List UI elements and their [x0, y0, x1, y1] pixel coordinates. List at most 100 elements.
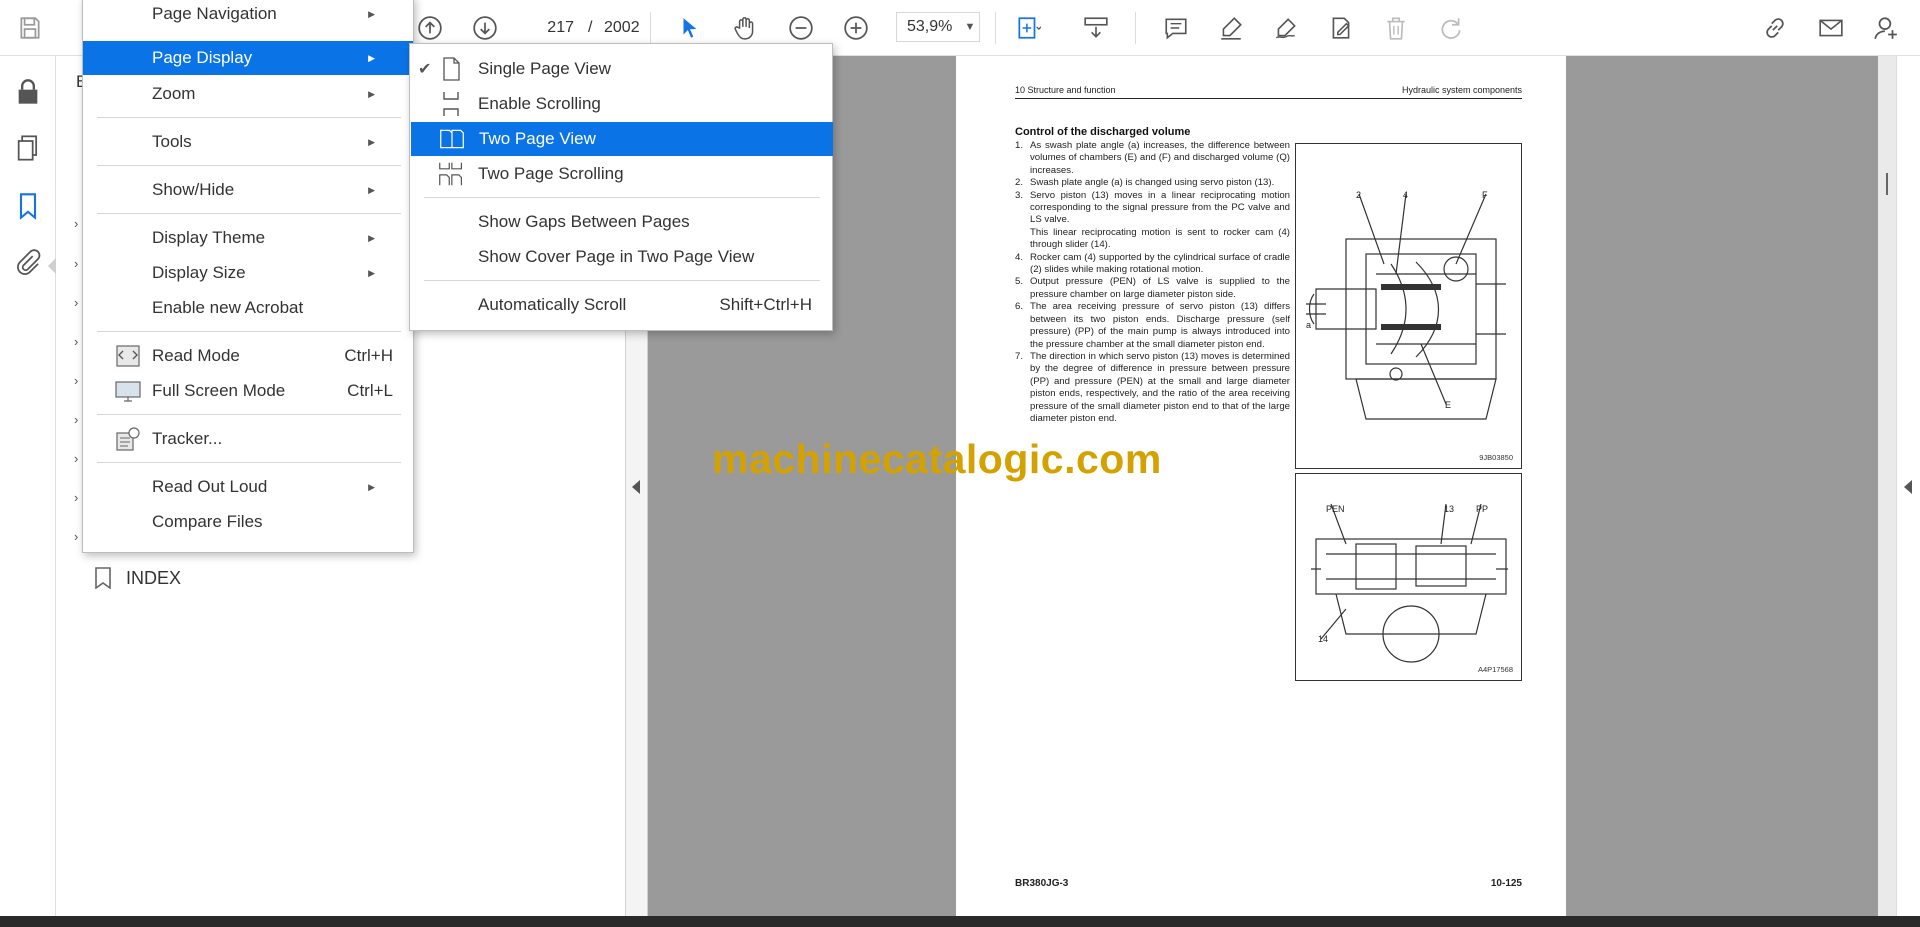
select-tool-icon[interactable] — [672, 10, 708, 46]
submenu-arrow-icon: ▶ — [368, 267, 375, 278]
submenu-arrow-icon: ▶ — [368, 8, 375, 19]
attachments-icon[interactable] — [8, 242, 48, 282]
current-page-input[interactable]: 217 — [522, 14, 582, 42]
menu-item-page-navigation[interactable]: Page Navigation ▶ — [83, 0, 413, 31]
two-page-scrolling-icon — [438, 161, 464, 187]
figure-label: a — [1306, 320, 1312, 330]
fit-page-icon[interactable] — [1010, 10, 1046, 46]
full-screen-icon — [115, 378, 141, 404]
active-panel-pointer — [48, 258, 56, 274]
list-item: 1. As swash plate angle (a) increases, th… — [1015, 140, 1290, 176]
list-item: 5. Output pressure (PEN) of LS valve is s… — [1015, 276, 1290, 300]
menu-item-enable-new-acrobat[interactable]: Enable new Acrobat — [83, 291, 413, 325]
list-item: This linear reciprocating motion is sent… — [1030, 226, 1290, 251]
menu-item-page-display[interactable]: Page Display ▶ — [83, 41, 413, 75]
read-mode-icon — [115, 343, 141, 369]
collapse-arrow-icon — [632, 480, 640, 494]
bookmarks-icon[interactable] — [8, 186, 48, 226]
account-icon[interactable] — [1868, 10, 1904, 46]
menu-separator — [97, 414, 401, 415]
menu-item-tools[interactable]: Tools ▶ — [83, 125, 413, 159]
email-icon[interactable] — [1813, 10, 1849, 46]
zoom-in-icon[interactable] — [838, 10, 874, 46]
left-tool-rail — [0, 56, 56, 916]
submenu-arrow-icon: ▶ — [368, 232, 375, 243]
menu-item-display-size[interactable]: Display Size ▶ — [83, 256, 413, 290]
header-rule — [1015, 98, 1522, 99]
view-menu: Page Navigation ▶ Page Display ▶ Zoom ▶ Too… — [82, 0, 414, 553]
highlight-pen-icon[interactable] — [1213, 10, 1249, 46]
toolbar-divider — [995, 12, 996, 44]
bookmark-label: INDEX — [126, 567, 182, 588]
zoom-out-icon[interactable] — [783, 10, 819, 46]
menu-item-read-mode[interactable]: Read Mode Ctrl+H — [83, 339, 413, 373]
instruction-list: 1. As swash plate angle (a) increases, th… — [1015, 140, 1290, 425]
menu-item-compare-files[interactable]: Compare Files — [83, 505, 413, 539]
acrobat-window: 217 / 2002 53,9% ▼ › › › › › › › › › IND… — [0, 0, 1920, 927]
figure-label: PP — [1476, 504, 1489, 514]
edit-pdf-icon[interactable] — [1323, 10, 1359, 46]
menu-item-read-out-loud[interactable]: Read Out Loud ▶ — [83, 470, 413, 504]
page-thumbnails-icon[interactable] — [8, 128, 48, 168]
figure-label: F — [1482, 190, 1488, 200]
page-header-right: Hydraulic system components — [1401, 85, 1522, 95]
right-panel-toggle[interactable] — [1896, 56, 1920, 916]
menu-separator — [97, 331, 401, 332]
list-item: 2. Swash plate angle (a) is changed using… — [1015, 177, 1275, 189]
bookmark-item-index[interactable]: INDEX — [94, 566, 181, 590]
two-page-icon — [439, 126, 465, 152]
bookmark-icon — [95, 567, 111, 589]
pdf-page[interactable]: 10 Structure and function Hydraulic syst… — [956, 56, 1566, 916]
save-icon[interactable] — [12, 10, 48, 46]
vertical-scrollbar[interactable] — [1878, 56, 1896, 916]
toolbar-divider — [1135, 12, 1136, 44]
menu-item-show-gaps[interactable]: Show Gaps Between Pages — [410, 205, 832, 239]
menu-item-single-page-view[interactable]: ✔ Single Page View — [410, 52, 832, 86]
servo-piston-figure: PEN 13 PP 14 A4P17568 — [1295, 473, 1522, 681]
comment-icon[interactable] — [1158, 10, 1194, 46]
menu-item-tracker[interactable]: Tracker... — [83, 422, 413, 456]
figure-label: 13 — [1444, 504, 1455, 514]
draw-tool-icon[interactable] — [1268, 10, 1304, 46]
checkmark-icon: ✔ — [418, 61, 432, 78]
menu-item-show-cover-page[interactable]: Show Cover Page in Two Page View — [410, 240, 832, 274]
menu-item-automatically-scroll[interactable]: Automatically Scroll Shift+Ctrl+H — [410, 288, 832, 322]
single-page-icon — [438, 56, 464, 82]
delete-icon[interactable] — [1378, 10, 1414, 46]
figure-label: 14 — [1318, 634, 1329, 644]
share-link-icon[interactable] — [1757, 10, 1793, 46]
watermark-text: machinecatalogic.com — [712, 436, 1162, 482]
page-header-left: 10 Structure and function — [1015, 85, 1116, 95]
submenu-arrow-icon: ▶ — [368, 136, 375, 147]
previous-page-icon[interactable] — [412, 10, 448, 46]
menu-item-show-hide[interactable]: Show/Hide ▶ — [83, 173, 413, 207]
menu-item-zoom[interactable]: Zoom ▶ — [83, 77, 413, 111]
menu-item-enable-scrolling[interactable]: Enable Scrolling — [410, 87, 832, 121]
menu-item-two-page-view[interactable]: Two Page View — [411, 122, 833, 156]
zoom-dropdown-icon[interactable]: ▼ — [960, 12, 980, 42]
redo-icon[interactable] — [1433, 10, 1469, 46]
submenu-arrow-icon: ▶ — [368, 184, 375, 195]
pump-drawing — [1306, 193, 1506, 420]
next-page-icon[interactable] — [467, 10, 503, 46]
page-footer-model: BR380JG-3 — [1015, 878, 1069, 889]
scrollbar-thumb[interactable] — [1886, 173, 1888, 195]
menu-item-full-screen-mode[interactable]: Full Screen Mode Ctrl+L — [83, 374, 413, 408]
lock-icon[interactable] — [8, 72, 48, 112]
pump-cross-section-figure: 2 4 F a E 9JB03850 — [1295, 143, 1522, 469]
hand-tool-icon[interactable] — [727, 10, 763, 46]
figure-label: PEN — [1326, 504, 1345, 514]
scrolling-mode-icon[interactable] — [1078, 10, 1114, 46]
expand-right-panel-icon — [1904, 480, 1912, 494]
total-pages: 2002 — [604, 19, 640, 36]
menu-separator — [97, 462, 401, 463]
toolbar-divider — [650, 12, 651, 44]
figure-label: 4 — [1403, 190, 1409, 200]
menu-separator — [424, 280, 820, 281]
section-title: Control of the discharged volume — [1015, 126, 1191, 138]
menu-item-display-theme[interactable]: Display Theme ▶ — [83, 221, 413, 255]
list-item: 6. The area receiving pressure of servo p… — [1015, 301, 1290, 350]
bottom-edge-bar — [0, 916, 1920, 927]
menu-item-two-page-scrolling[interactable]: Two Page Scrolling — [410, 157, 832, 191]
submenu-arrow-icon: ▶ — [368, 88, 375, 99]
